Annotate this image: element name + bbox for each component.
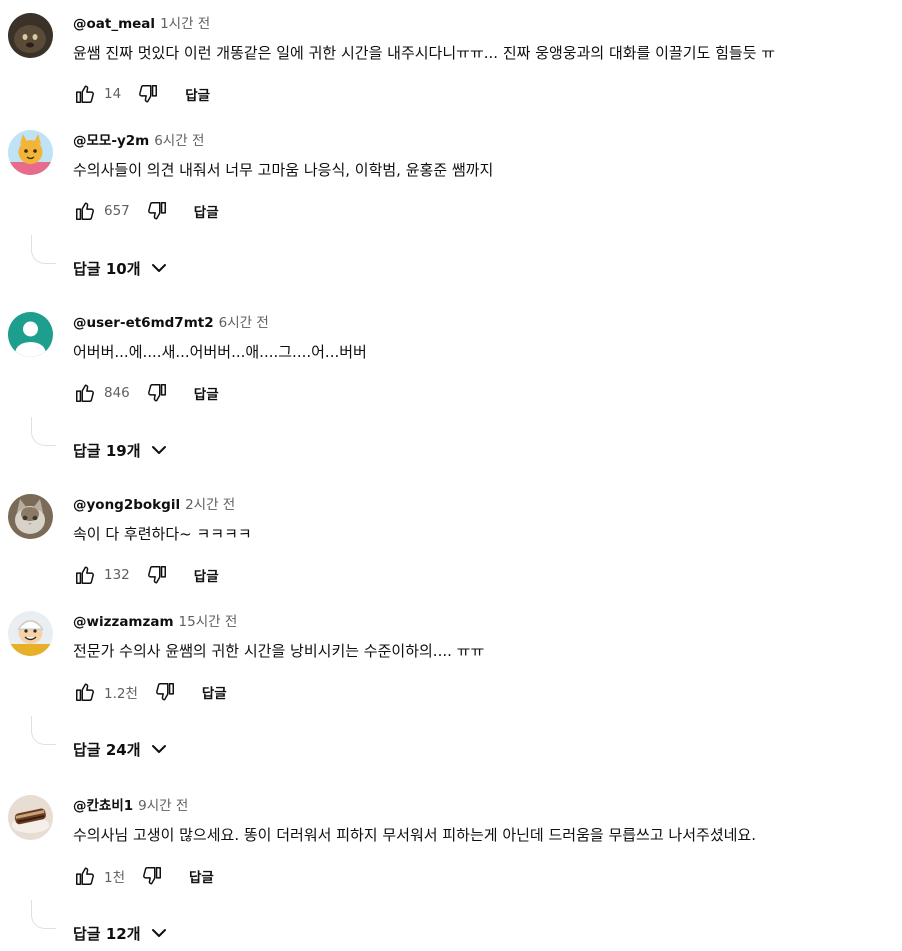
timestamp[interactable]: 1시간 전 <box>160 16 210 32</box>
chevron-down-icon <box>151 446 166 454</box>
timestamp[interactable]: 15시간 전 <box>179 614 238 630</box>
thread-line <box>31 716 56 745</box>
reply-button[interactable]: 답글 <box>194 565 219 585</box>
avatar-image <box>8 13 53 58</box>
author-name[interactable]: @user-et6md7mt2 <box>73 315 214 331</box>
thumbs-up-icon <box>76 202 94 220</box>
reply-button[interactable]: 답글 <box>194 201 219 221</box>
timestamp[interactable]: 2시간 전 <box>185 497 235 513</box>
avatar[interactable] <box>8 13 53 58</box>
thumbs-up-icon <box>76 867 94 885</box>
view-replies-button[interactable]: 답글 12개 <box>73 921 171 945</box>
thumbs-up-icon <box>76 566 94 584</box>
avatar-image <box>8 130 53 175</box>
comment-actions: 1.2천 답글 <box>70 676 227 708</box>
comment-text: 수의사들이 의견 내줘서 너무 고마움 나응식, 이학범, 윤홍준 쌤까지 <box>73 161 494 179</box>
reply-button[interactable]: 답글 <box>194 383 219 403</box>
timestamp[interactable]: 6시간 전 <box>154 133 204 149</box>
default-avatar-icon <box>8 312 53 357</box>
thumbs-down-icon <box>147 384 166 402</box>
comment-text: 전문가 수의사 윤쌤의 귀한 시간을 낭비시키는 수준이하의.... ㅠㅠ <box>73 642 485 660</box>
thumbs-down-icon <box>155 683 174 701</box>
dislike-button[interactable] <box>133 79 163 109</box>
dislike-button[interactable] <box>142 378 172 408</box>
thumbs-down-icon <box>147 566 166 584</box>
like-count: 1천 <box>104 870 126 886</box>
thumbs-down-icon <box>147 202 166 220</box>
thread-line <box>31 900 56 929</box>
avatar[interactable] <box>8 611 53 656</box>
comment-actions: 14 답글 <box>70 78 210 110</box>
thumbs-down-icon <box>143 867 161 885</box>
comment-text: 수의사님 고생이 많으세요. 똥이 더러워서 피하지 무서워서 피하는게 아닌데… <box>73 826 756 844</box>
like-button[interactable] <box>70 79 100 109</box>
replies-count-label: 답글 10개 <box>73 259 141 278</box>
comment-header: @wizzamzam 15시간 전 <box>73 613 237 631</box>
like-count: 846 <box>104 385 130 401</box>
comment-header: @칸쵸비1 9시간 전 <box>73 797 188 815</box>
comment-text: 어버버...에....새...어버버...애....그....어...버버 <box>73 343 367 361</box>
like-button[interactable] <box>70 378 100 408</box>
reply-button[interactable]: 답글 <box>202 682 227 702</box>
dislike-button[interactable] <box>142 560 172 590</box>
timestamp[interactable]: 6시간 전 <box>219 315 269 331</box>
reply-button[interactable]: 답글 <box>185 84 210 104</box>
replies-count-label: 답글 24개 <box>73 740 141 759</box>
thumbs-up-icon <box>76 384 94 402</box>
like-count: 657 <box>104 203 130 219</box>
thumbs-down-icon <box>139 85 158 103</box>
avatar[interactable] <box>8 795 53 840</box>
avatar-image <box>8 795 53 840</box>
replies-count-label: 답글 19개 <box>73 441 141 460</box>
comment-text: 속이 다 후련하다~ ㅋㅋㅋㅋ <box>73 525 252 543</box>
avatar[interactable] <box>8 494 53 539</box>
like-count: 132 <box>104 567 130 583</box>
avatar-image <box>8 494 53 539</box>
comment-actions: 657 답글 <box>70 195 219 227</box>
thumbs-up-icon <box>76 85 94 103</box>
avatar[interactable] <box>8 130 53 175</box>
thumbs-up-icon <box>76 683 94 701</box>
author-name[interactable]: @모모-y2m <box>73 133 149 149</box>
like-button[interactable] <box>70 677 100 707</box>
author-name[interactable]: @wizzamzam <box>73 614 174 630</box>
avatar-image <box>8 611 53 656</box>
author-name[interactable]: @칸쵸비1 <box>73 798 133 814</box>
like-button[interactable] <box>70 861 100 891</box>
reply-button[interactable]: 답글 <box>189 866 214 886</box>
author-name[interactable]: @oat_meal <box>73 16 155 32</box>
like-count: 1.2천 <box>104 686 138 702</box>
timestamp[interactable]: 9시간 전 <box>138 798 188 814</box>
view-replies-button[interactable]: 답글 10개 <box>73 256 171 280</box>
like-count: 14 <box>104 86 122 102</box>
thread-line <box>31 417 56 446</box>
dislike-button[interactable] <box>150 677 180 707</box>
comment-header: @user-et6md7mt2 6시간 전 <box>73 314 269 332</box>
avatar[interactable] <box>8 312 53 357</box>
comment-header: @yong2bokgil 2시간 전 <box>73 496 235 514</box>
comment-actions: 1천 답글 <box>70 860 214 892</box>
like-button[interactable] <box>70 196 100 226</box>
chevron-down-icon <box>151 929 166 937</box>
comment-actions: 846 답글 <box>70 377 219 409</box>
dislike-button[interactable] <box>142 196 172 226</box>
chevron-down-icon <box>151 264 166 272</box>
view-replies-button[interactable]: 답글 24개 <box>73 737 171 761</box>
comment-text: 윤쌤 진짜 멋있다 이런 개똥같은 일에 귀한 시간을 내주시다니ㅠㅠ... 진… <box>73 44 776 62</box>
chevron-down-icon <box>151 745 166 753</box>
comment-header: @oat_meal 1시간 전 <box>73 15 210 33</box>
like-button[interactable] <box>70 560 100 590</box>
comment-header: @모모-y2m 6시간 전 <box>73 132 204 150</box>
replies-count-label: 답글 12개 <box>73 924 141 943</box>
dislike-button[interactable] <box>137 861 167 891</box>
thread-line <box>31 235 56 264</box>
author-name[interactable]: @yong2bokgil <box>73 497 180 513</box>
view-replies-button[interactable]: 답글 19개 <box>73 438 171 462</box>
comment-actions: 132 답글 <box>70 559 219 591</box>
